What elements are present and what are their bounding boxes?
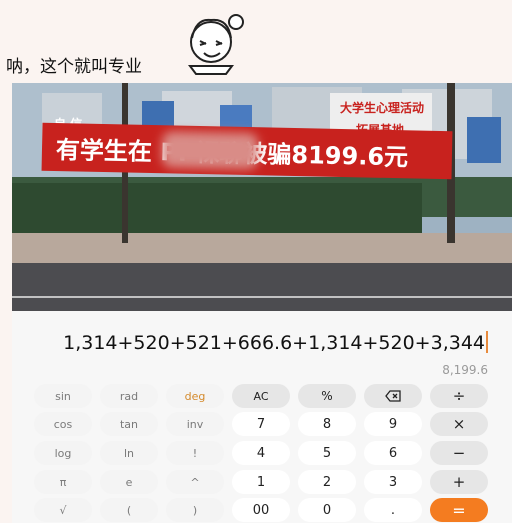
inv-button[interactable]: inv <box>166 412 224 436</box>
calculator-panel: 1,314+520+521+666.6+1,314+520+3,344 8,19… <box>12 311 512 523</box>
expression-text: 1,314+520+521+666.6+1,314+520+3,344 <box>63 332 485 354</box>
cos-button[interactable]: cos <box>34 412 92 436</box>
red-banner: 有学生在 PP裸聊被骗8199.6元 <box>41 122 453 180</box>
calculator-expression[interactable]: 1,314+520+521+666.6+1,314+520+3,344 <box>63 331 488 354</box>
power-button[interactable]: ^ <box>166 470 224 494</box>
ln-button[interactable]: ln <box>100 441 158 465</box>
digit-0-button[interactable]: 0 <box>298 498 356 522</box>
digit-3-button[interactable]: 3 <box>364 470 422 494</box>
digit-9-button[interactable]: 9 <box>364 412 422 436</box>
all-clear-button[interactable]: AC <box>232 384 290 408</box>
street-photo-scene <box>12 83 512 311</box>
pi-button[interactable]: π <box>34 470 92 494</box>
right-paren-button[interactable]: ) <box>166 498 224 522</box>
percent-button[interactable]: % <box>298 384 356 408</box>
multiply-button[interactable]: × <box>430 412 488 436</box>
banner-blur <box>161 131 259 170</box>
digit-6-button[interactable]: 6 <box>364 441 422 465</box>
digit-2-button[interactable]: 2 <box>298 470 356 494</box>
backspace-button[interactable] <box>364 384 422 408</box>
backspace-icon <box>385 390 401 402</box>
caption-text: 呐，这个就叫专业 <box>6 57 142 77</box>
digit-7-button[interactable]: 7 <box>232 412 290 436</box>
digit-1-button[interactable]: 1 <box>232 470 290 494</box>
factorial-button[interactable]: ! <box>166 441 224 465</box>
rad-button[interactable]: rad <box>100 384 158 408</box>
digit-5-button[interactable]: 5 <box>298 441 356 465</box>
sqrt-button[interactable]: √ <box>34 498 92 522</box>
deg-button[interactable]: deg <box>166 384 224 408</box>
divide-button[interactable]: ÷ <box>430 384 488 408</box>
digit-8-button[interactable]: 8 <box>298 412 356 436</box>
sin-button[interactable]: sin <box>34 384 92 408</box>
left-paren-button[interactable]: ( <box>100 498 158 522</box>
street-photo: 大学生心理活动 拓展基地 自 信 有学生在 PP裸聊被骗8199.6元 <box>12 83 512 311</box>
plus-button[interactable]: + <box>430 470 488 494</box>
log-button[interactable]: log <box>34 441 92 465</box>
sign-text-top: 大学生心理活动 <box>340 101 425 115</box>
digit-4-button[interactable]: 4 <box>232 441 290 465</box>
decimal-point-button[interactable]: . <box>364 498 422 522</box>
meme-face-icon <box>188 14 244 75</box>
double-zero-button[interactable]: 00 <box>232 498 290 522</box>
calculator-result: 8,199.6 <box>442 363 488 377</box>
minus-button[interactable]: − <box>430 441 488 465</box>
tan-button[interactable]: tan <box>100 412 158 436</box>
e-button[interactable]: e <box>100 470 158 494</box>
equals-button[interactable]: = <box>430 498 488 522</box>
text-cursor <box>486 331 488 353</box>
